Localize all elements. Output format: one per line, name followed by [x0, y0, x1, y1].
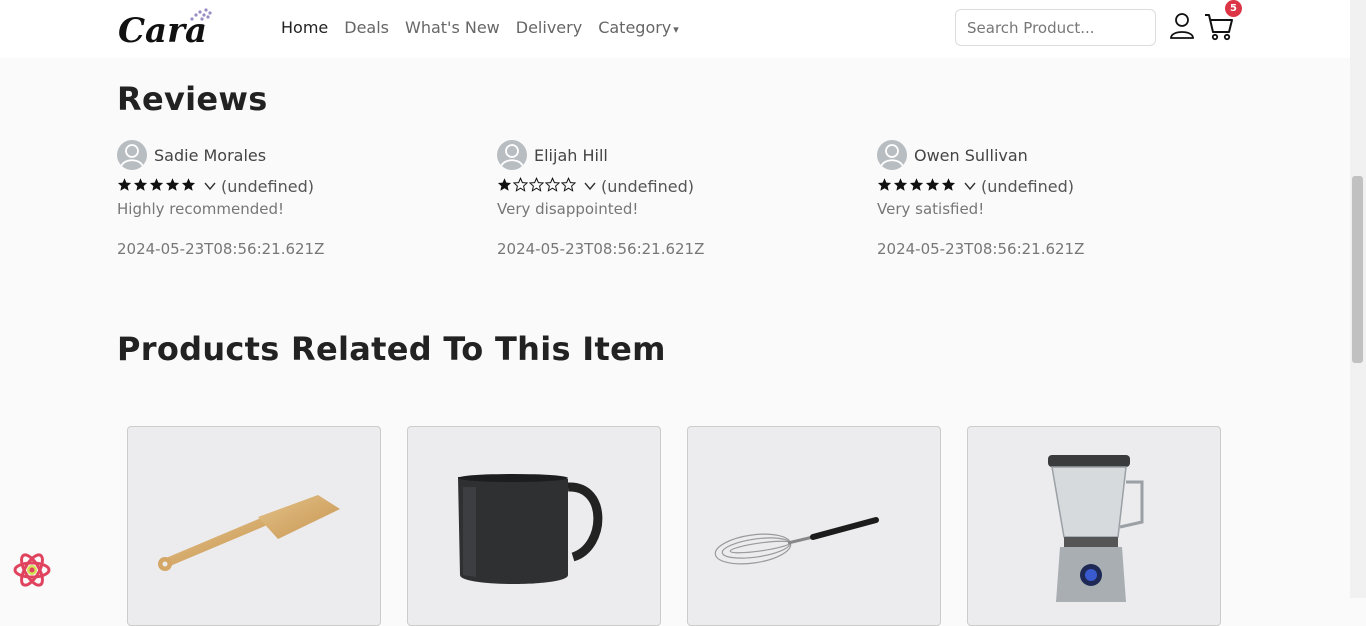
star-filled-icon: [117, 177, 132, 196]
star-empty-icon: [528, 176, 545, 196]
review-text: Highly recommended!: [117, 200, 285, 218]
product-card-mug[interactable]: [407, 426, 661, 626]
star-filled-icon: [497, 177, 512, 196]
main-nav: Home Deals What's New Delivery Category ▾: [281, 18, 679, 37]
star-rating: [117, 177, 196, 196]
review-item: Sadie Morales (undefined) Highly recommend…: [117, 140, 457, 258]
svg-text:Cara: Cara: [118, 11, 207, 50]
user-icon[interactable]: [1170, 13, 1194, 39]
star-filled-icon: [941, 177, 956, 196]
search-input[interactable]: [955, 9, 1156, 46]
rating-count: (undefined): [221, 176, 314, 196]
review-date: 2024-05-23T08:56:21.621Z: [497, 240, 705, 258]
review-rating: (undefined): [117, 175, 457, 197]
cart-icon[interactable]: [1204, 12, 1234, 42]
related-products-title: Products Related To This Item: [117, 330, 666, 368]
star-filled-icon: [133, 177, 148, 196]
review-header: Sadie Morales: [117, 140, 457, 170]
reviewer-name: Elijah Hill: [534, 145, 608, 165]
wooden-spatula-image: [158, 495, 340, 571]
reviewer-name: Owen Sullivan: [914, 145, 1028, 165]
reviews-title: Reviews: [117, 80, 268, 118]
nav-category-label: Category: [598, 18, 672, 37]
avatar: [117, 140, 147, 170]
caret-down-icon: ▾: [673, 23, 679, 36]
star-empty-icon: [512, 176, 529, 196]
scrollbar-thumb[interactable]: [1352, 176, 1363, 363]
star-filled-icon: [165, 177, 180, 196]
star-filled-icon: [877, 177, 892, 196]
cart-count-badge: 5: [1225, 0, 1242, 17]
react-devtools-icon[interactable]: [12, 550, 52, 590]
wire-whisk-image: [714, 517, 879, 565]
rating-count: (undefined): [601, 176, 694, 196]
nav-home[interactable]: Home: [281, 18, 328, 37]
review-rating: (undefined): [497, 175, 837, 197]
review-item: Owen Sullivan (undefined) Very satisfied! 2…: [877, 140, 1217, 258]
review-date: 2024-05-23T08:56:21.621Z: [117, 240, 325, 258]
product-card-spatula[interactable]: [127, 426, 381, 626]
star-empty-icon: [544, 176, 561, 196]
star-filled-icon: [893, 177, 908, 196]
product-card-whisk[interactable]: [687, 426, 941, 626]
review-header: Elijah Hill: [497, 140, 837, 170]
star-filled-icon: [909, 177, 924, 196]
review-text: Very disappointed!: [497, 200, 639, 218]
review-date: 2024-05-23T08:56:21.621Z: [877, 240, 1085, 258]
star-rating: [877, 177, 956, 196]
chevron-down-icon[interactable]: [963, 179, 977, 193]
review-rating: (undefined): [877, 175, 1217, 197]
cara-logo[interactable]: Cara: [118, 4, 218, 50]
black-mug-image: [458, 474, 603, 584]
star-filled-icon: [181, 177, 196, 196]
star-empty-icon: [560, 176, 577, 196]
avatar: [497, 140, 527, 170]
chevron-down-icon[interactable]: [203, 179, 217, 193]
product-card-blender[interactable]: [967, 426, 1221, 626]
star-filled-icon: [149, 177, 164, 196]
star-rating: [497, 176, 577, 196]
nav-whats-new[interactable]: What's New: [405, 18, 500, 37]
chevron-down-icon[interactable]: [583, 179, 597, 193]
review-item: Elijah Hill (undefined) Very disappointed!…: [497, 140, 837, 258]
review-header: Owen Sullivan: [877, 140, 1217, 170]
nav-deals[interactable]: Deals: [344, 18, 389, 37]
rating-count: (undefined): [981, 176, 1074, 196]
star-filled-icon: [925, 177, 940, 196]
nav-category-dropdown[interactable]: Category ▾: [598, 18, 679, 37]
blender-image: [1048, 455, 1144, 602]
avatar: [877, 140, 907, 170]
reviewer-name: Sadie Morales: [154, 145, 267, 165]
nav-delivery[interactable]: Delivery: [516, 18, 582, 37]
review-text: Very satisfied!: [877, 200, 985, 218]
navbar: Cara Home Deals What's New Delivery Cate…: [0, 0, 1350, 58]
